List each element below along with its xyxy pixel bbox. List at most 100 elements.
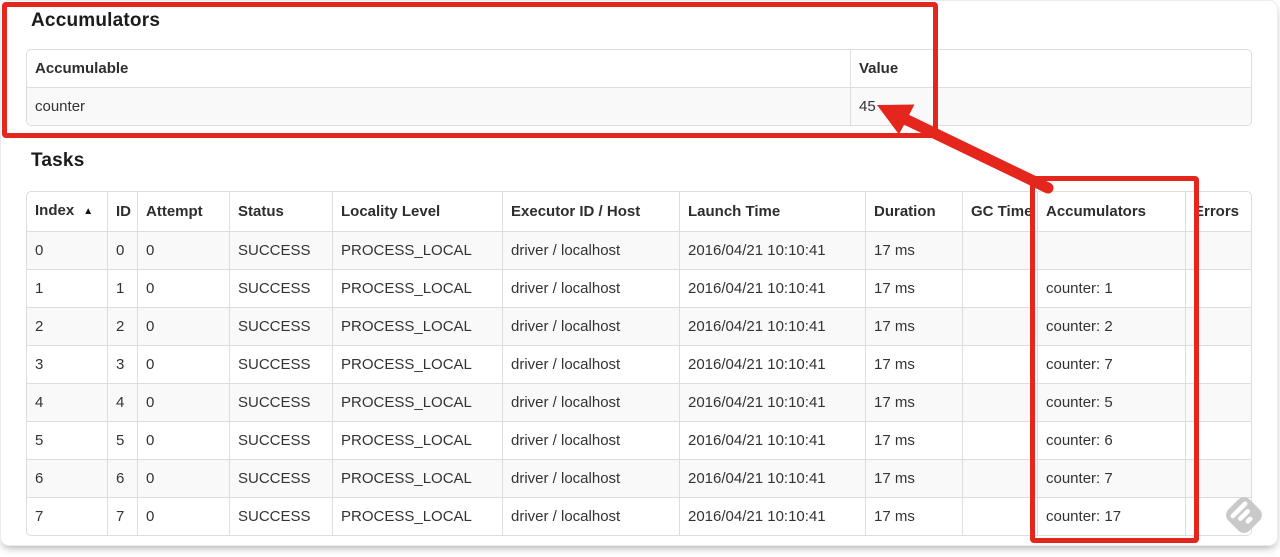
task-cell-gc bbox=[962, 269, 1037, 307]
task-cell-status: SUCCESS bbox=[229, 345, 332, 383]
task-cell-id: 3 bbox=[107, 345, 137, 383]
task-cell-executor: driver / localhost bbox=[502, 307, 679, 345]
task-cell-attempt: 0 bbox=[137, 345, 229, 383]
column-header-label: GC Time bbox=[971, 203, 1033, 220]
task-cell-executor: driver / localhost bbox=[502, 269, 679, 307]
task-cell-executor: driver / localhost bbox=[502, 345, 679, 383]
task-cell-status: SUCCESS bbox=[229, 231, 332, 269]
task-cell-duration: 17 ms bbox=[865, 231, 962, 269]
task-cell-index: 3 bbox=[27, 345, 107, 383]
task-cell-index: 7 bbox=[27, 497, 107, 535]
tasks-column-header-accumulators[interactable]: Accumulators bbox=[1037, 192, 1185, 231]
task-cell-status: SUCCESS bbox=[229, 383, 332, 421]
column-header-label: Locality Level bbox=[341, 203, 441, 220]
task-cell-executor: driver / localhost bbox=[502, 421, 679, 459]
task-cell-errors bbox=[1185, 307, 1251, 345]
task-row: 0 0 0 SUCCESS PROCESS_LOCAL driver / localhos… bbox=[27, 231, 1251, 269]
task-cell-id: 2 bbox=[107, 307, 137, 345]
task-cell-accumulators: counter: 2 bbox=[1037, 307, 1185, 345]
tasks-column-header-locality[interactable]: Locality Level bbox=[332, 192, 502, 231]
task-row: 5 5 0 SUCCESS PROCESS_LOCAL driver / localhos… bbox=[27, 421, 1251, 459]
accumulators-section-heading: Accumulators bbox=[31, 10, 161, 31]
task-cell-locality: PROCESS_LOCAL bbox=[332, 269, 502, 307]
task-cell-errors bbox=[1185, 269, 1251, 307]
task-cell-launch: 2016/04/21 10:10:41 bbox=[679, 421, 865, 459]
tasks-column-header-errors[interactable]: Errors bbox=[1185, 192, 1251, 231]
task-cell-launch: 2016/04/21 10:10:41 bbox=[679, 269, 865, 307]
task-cell-errors bbox=[1185, 345, 1251, 383]
tasks-column-header-id[interactable]: ID bbox=[107, 192, 137, 231]
column-header-label: ID bbox=[116, 203, 131, 220]
task-cell-duration: 17 ms bbox=[865, 345, 962, 383]
task-cell-locality: PROCESS_LOCAL bbox=[332, 307, 502, 345]
task-cell-accumulators: counter: 6 bbox=[1037, 421, 1185, 459]
task-cell-accumulators: counter: 7 bbox=[1037, 345, 1185, 383]
task-cell-gc bbox=[962, 345, 1037, 383]
task-row: 4 4 0 SUCCESS PROCESS_LOCAL driver / localhos… bbox=[27, 383, 1251, 421]
task-cell-attempt: 0 bbox=[137, 307, 229, 345]
task-cell-launch: 2016/04/21 10:10:41 bbox=[679, 345, 865, 383]
task-cell-executor: driver / localhost bbox=[502, 231, 679, 269]
task-row: 6 6 0 SUCCESS PROCESS_LOCAL driver / localhos… bbox=[27, 459, 1251, 497]
task-cell-status: SUCCESS bbox=[229, 269, 332, 307]
column-header-label: Executor ID / Host bbox=[511, 203, 641, 220]
column-header-label: Index bbox=[35, 202, 75, 219]
tasks-table-header-row: Index ▲ ID Attempt Status Locality Level Execu… bbox=[27, 192, 1251, 231]
tasks-column-header-gc[interactable]: GC Time bbox=[962, 192, 1037, 231]
task-cell-errors bbox=[1185, 421, 1251, 459]
task-cell-locality: PROCESS_LOCAL bbox=[332, 459, 502, 497]
task-cell-errors bbox=[1185, 497, 1251, 535]
task-cell-accumulators: counter: 1 bbox=[1037, 269, 1185, 307]
task-cell-attempt: 0 bbox=[137, 269, 229, 307]
accumulators-column-header-value: Value bbox=[850, 50, 1251, 87]
accumulator-cell-accumulable: counter bbox=[27, 87, 850, 125]
task-cell-duration: 17 ms bbox=[865, 459, 962, 497]
task-cell-status: SUCCESS bbox=[229, 497, 332, 535]
task-cell-index: 0 bbox=[27, 231, 107, 269]
task-cell-index: 2 bbox=[27, 307, 107, 345]
tasks-column-header-attempt[interactable]: Attempt bbox=[137, 192, 229, 231]
task-row: 2 2 0 SUCCESS PROCESS_LOCAL driver / localhos… bbox=[27, 307, 1251, 345]
task-cell-attempt: 0 bbox=[137, 421, 229, 459]
tasks-column-header-status[interactable]: Status bbox=[229, 192, 332, 231]
tasks-column-header-index[interactable]: Index ▲ bbox=[27, 192, 107, 231]
column-header-label: Errors bbox=[1194, 203, 1240, 220]
task-cell-accumulators: counter: 17 bbox=[1037, 497, 1185, 535]
task-cell-gc bbox=[962, 383, 1037, 421]
column-header-label: Status bbox=[238, 203, 284, 220]
tasks-column-header-duration[interactable]: Duration bbox=[865, 192, 962, 231]
task-cell-gc bbox=[962, 421, 1037, 459]
task-cell-attempt: 0 bbox=[137, 497, 229, 535]
task-cell-id: 1 bbox=[107, 269, 137, 307]
task-cell-errors bbox=[1185, 459, 1251, 497]
task-cell-locality: PROCESS_LOCAL bbox=[332, 421, 502, 459]
task-cell-attempt: 0 bbox=[137, 459, 229, 497]
tasks-column-header-launch[interactable]: Launch Time bbox=[679, 192, 865, 231]
task-cell-errors bbox=[1185, 231, 1251, 269]
task-cell-accumulators: counter: 5 bbox=[1037, 383, 1185, 421]
task-cell-duration: 17 ms bbox=[865, 307, 962, 345]
accumulators-table-header-row: Accumulable Value bbox=[27, 50, 1251, 87]
column-header-label: Attempt bbox=[146, 203, 203, 220]
task-cell-status: SUCCESS bbox=[229, 421, 332, 459]
task-cell-gc bbox=[962, 459, 1037, 497]
task-cell-executor: driver / localhost bbox=[502, 459, 679, 497]
task-cell-id: 5 bbox=[107, 421, 137, 459]
task-row: 1 1 0 SUCCESS PROCESS_LOCAL driver / localhos… bbox=[27, 269, 1251, 307]
column-header-label: Launch Time bbox=[688, 203, 781, 220]
task-cell-accumulators: counter: 7 bbox=[1037, 459, 1185, 497]
task-cell-id: 0 bbox=[107, 231, 137, 269]
task-cell-status: SUCCESS bbox=[229, 459, 332, 497]
task-row: 3 3 0 SUCCESS PROCESS_LOCAL driver / localhos… bbox=[27, 345, 1251, 383]
task-cell-duration: 17 ms bbox=[865, 269, 962, 307]
task-cell-index: 5 bbox=[27, 421, 107, 459]
spark-stage-detail-page: Accumulators Accumulable Value counter 45 … bbox=[0, 0, 1278, 546]
accumulators-table: Accumulable Value counter 45 bbox=[26, 49, 1252, 126]
task-cell-duration: 17 ms bbox=[865, 383, 962, 421]
task-cell-errors bbox=[1185, 383, 1251, 421]
task-cell-id: 6 bbox=[107, 459, 137, 497]
tasks-column-header-executor[interactable]: Executor ID / Host bbox=[502, 192, 679, 231]
task-cell-launch: 2016/04/21 10:10:41 bbox=[679, 383, 865, 421]
task-cell-accumulators bbox=[1037, 231, 1185, 269]
task-cell-locality: PROCESS_LOCAL bbox=[332, 497, 502, 535]
